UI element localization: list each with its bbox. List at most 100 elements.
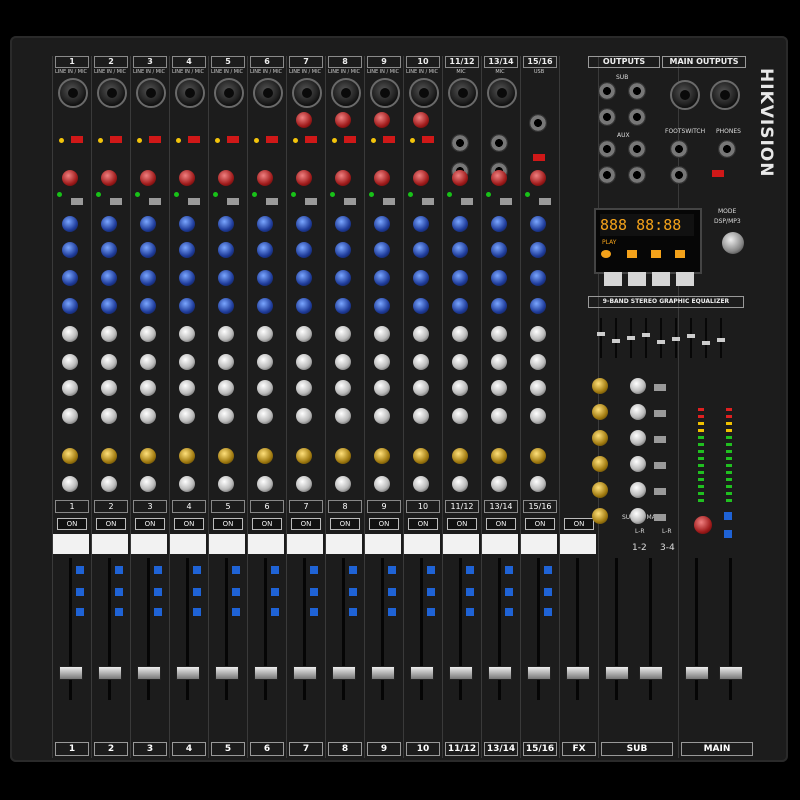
eq-knob[interactable] (413, 216, 429, 232)
aux-master-button[interactable] (654, 514, 666, 521)
on-button[interactable]: ON (174, 518, 204, 530)
routing-button-1-2[interactable] (349, 566, 357, 574)
gain-knob[interactable] (374, 170, 390, 186)
pan-knob[interactable] (62, 476, 78, 492)
eq-knob[interactable] (452, 216, 468, 232)
fx-return-knob[interactable] (592, 430, 608, 446)
mute-button[interactable] (266, 198, 278, 205)
pan-knob[interactable] (140, 476, 156, 492)
on-button[interactable]: ON (330, 518, 360, 530)
aux-knob[interactable] (413, 380, 429, 396)
fx-send-knob[interactable] (101, 448, 117, 464)
aux-knob[interactable] (413, 354, 429, 370)
mute-button[interactable] (344, 198, 356, 205)
eq-knob[interactable] (62, 270, 78, 286)
aux-knob[interactable] (62, 380, 78, 396)
rec-icon[interactable] (627, 250, 637, 258)
on-button[interactable]: ON (447, 518, 477, 530)
eq-knob[interactable] (530, 270, 546, 286)
phones-level-knob[interactable] (694, 516, 712, 534)
channel-fader[interactable] (137, 666, 161, 680)
routing-button-3-4[interactable] (232, 588, 240, 596)
eq-knob[interactable] (491, 270, 507, 286)
phantom-button[interactable] (149, 136, 161, 143)
routing-button-3-4[interactable] (427, 588, 435, 596)
routing-button-1-2[interactable] (466, 566, 474, 574)
eq-knob[interactable] (491, 298, 507, 314)
pan-knob[interactable] (296, 476, 312, 492)
pan-knob[interactable] (101, 476, 117, 492)
fx-send-knob[interactable] (530, 448, 546, 464)
on-button[interactable]: ON (252, 518, 282, 530)
aux-master-button[interactable] (654, 384, 666, 391)
eq-knob[interactable] (374, 298, 390, 314)
aux-knob[interactable] (335, 354, 351, 370)
aux-output-jack-3[interactable] (598, 166, 616, 184)
eq-knob[interactable] (179, 298, 195, 314)
phantom-button[interactable] (305, 136, 317, 143)
combo-input-jack[interactable] (97, 78, 127, 108)
routing-button-main[interactable] (427, 608, 435, 616)
aux-knob[interactable] (62, 326, 78, 342)
aux-output-jack-1[interactable] (598, 140, 616, 158)
gain-knob[interactable] (140, 170, 156, 186)
sub-fader[interactable] (605, 666, 629, 680)
aux-knob[interactable] (491, 408, 507, 424)
gain-knob[interactable] (491, 170, 507, 186)
eq-knob[interactable] (530, 298, 546, 314)
routing-button-main[interactable] (310, 608, 318, 616)
aux-master-knob[interactable] (630, 482, 646, 498)
eq-band-slider[interactable] (702, 341, 710, 345)
eq-knob[interactable] (335, 270, 351, 286)
phantom-button[interactable] (266, 136, 278, 143)
channel-fader[interactable] (371, 666, 395, 680)
main-fader[interactable] (685, 666, 709, 680)
fx-send-knob[interactable] (296, 448, 312, 464)
arrow-up-button-4[interactable] (676, 272, 694, 286)
aux-knob[interactable] (374, 354, 390, 370)
routing-button-1-2[interactable] (544, 566, 552, 574)
aux-knob[interactable] (101, 408, 117, 424)
compressor-knob[interactable] (413, 112, 429, 128)
phantom-button[interactable] (422, 136, 434, 143)
gain-knob[interactable] (179, 170, 195, 186)
dsp-encoder-knob[interactable] (722, 232, 744, 254)
pan-knob[interactable] (491, 476, 507, 492)
aux-knob[interactable] (374, 408, 390, 424)
fx-send-knob[interactable] (140, 448, 156, 464)
eq-knob[interactable] (530, 242, 546, 258)
eq-knob[interactable] (335, 298, 351, 314)
aux-knob[interactable] (257, 380, 273, 396)
sub-output-jack-2[interactable] (628, 82, 646, 100)
eq-knob[interactable] (179, 270, 195, 286)
gain-knob[interactable] (296, 170, 312, 186)
mic-input-jack[interactable] (487, 78, 517, 108)
aux-knob[interactable] (101, 354, 117, 370)
aux-knob[interactable] (296, 408, 312, 424)
eq-knob[interactable] (101, 298, 117, 314)
combo-input-jack[interactable] (214, 78, 244, 108)
repeat-icon[interactable] (651, 250, 661, 258)
fx-send-knob[interactable] (374, 448, 390, 464)
gain-knob[interactable] (335, 170, 351, 186)
channel-fader[interactable] (176, 666, 200, 680)
routing-button-1-2[interactable] (427, 566, 435, 574)
aux-knob[interactable] (179, 326, 195, 342)
aux-knob[interactable] (452, 326, 468, 342)
on-button[interactable]: ON (57, 518, 87, 530)
eq-knob[interactable] (218, 298, 234, 314)
fx-send-knob[interactable] (62, 448, 78, 464)
usb-select-button[interactable] (533, 154, 545, 161)
aux-knob[interactable] (530, 408, 546, 424)
eq-knob[interactable] (218, 270, 234, 286)
combo-input-jack[interactable] (253, 78, 283, 108)
combo-input-jack[interactable] (370, 78, 400, 108)
aux-knob[interactable] (530, 380, 546, 396)
aux-knob[interactable] (218, 326, 234, 342)
eq-knob[interactable] (179, 242, 195, 258)
eq-knob[interactable] (101, 270, 117, 286)
usb-icon[interactable] (675, 250, 685, 258)
phantom-button[interactable] (110, 136, 122, 143)
eq-knob[interactable] (101, 242, 117, 258)
aux-knob[interactable] (530, 326, 546, 342)
